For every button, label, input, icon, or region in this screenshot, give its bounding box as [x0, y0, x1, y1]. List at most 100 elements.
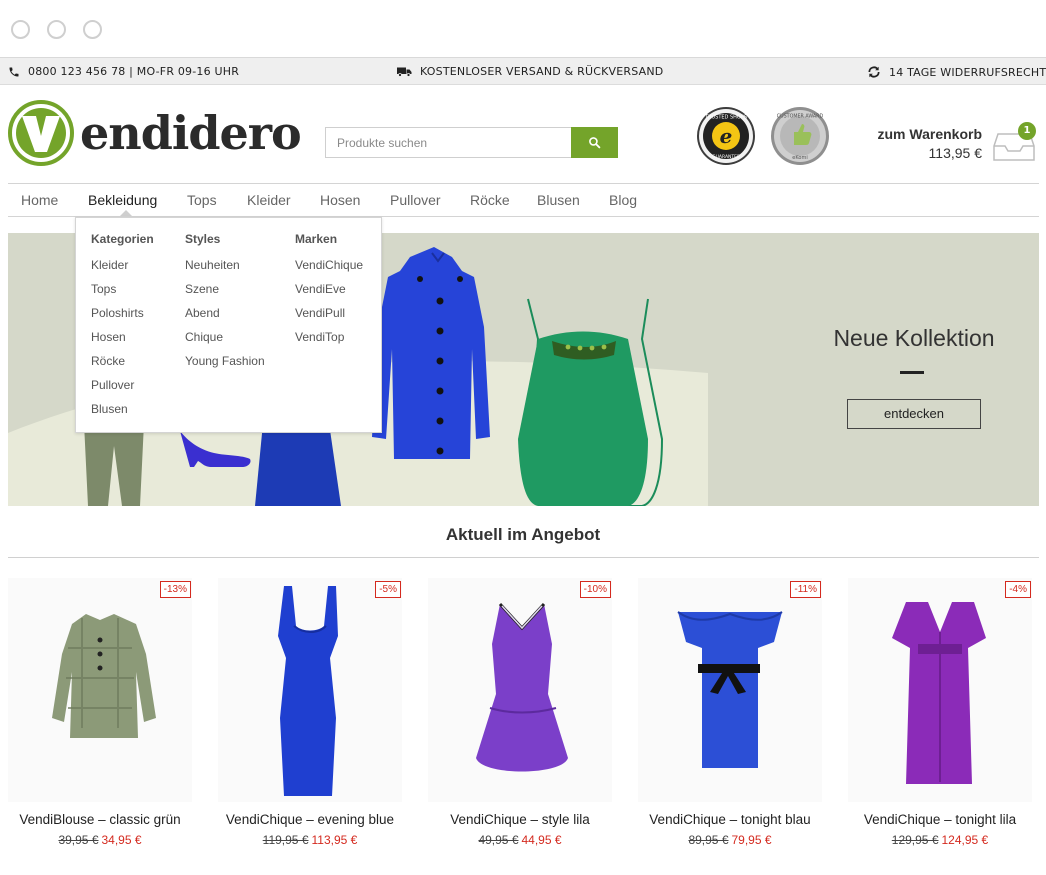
sale-price: 79,95 € [731, 833, 772, 847]
nav-item-bekleidung[interactable]: Bekleidung [88, 192, 157, 208]
returns-info: 14 TAGE WIDERRUFSRECHT [867, 65, 1046, 79]
refresh-icon [868, 66, 880, 78]
offers-heading: Aktuell im Angebot [445, 525, 601, 544]
product-name[interactable]: VendiBlouse – classic grün [8, 812, 192, 827]
svg-text:GUARANTEE: GUARANTEE [712, 154, 740, 160]
bekleidung-mega-menu: Kategorien Kleider Tops Poloshirts Hosen… [75, 217, 382, 433]
search-icon [589, 137, 601, 149]
discount-badge: -4% [1005, 581, 1031, 598]
old-price: 89,95 € [688, 833, 729, 847]
discount-badge: -11% [790, 581, 821, 598]
nav-item-tops[interactable]: Tops [187, 192, 217, 208]
menu-link-pullover[interactable]: Pullover [91, 377, 154, 401]
nav-item-home[interactable]: Home [21, 192, 58, 208]
hotline-text: 0800 123 456 78 | MO-FR 09-16 UHR [28, 65, 240, 78]
menu-column-styles: Styles Neuheiten Szene Abend Chique Youn… [185, 232, 265, 377]
menu-link-szene[interactable]: Szene [185, 281, 265, 305]
menu-column-kategorien: Kategorien Kleider Tops Poloshirts Hosen… [91, 232, 154, 425]
menu-link-vendieve[interactable]: VendiEve [295, 281, 363, 305]
trusted-shops-badge[interactable]: e TRUSTED SHOPS GUARANTEE [696, 106, 756, 166]
menu-link-abend[interactable]: Abend [185, 305, 265, 329]
menu-link-kleider[interactable]: Kleider [91, 257, 154, 281]
search-input[interactable] [326, 128, 571, 157]
old-price: 129,95 € [891, 833, 939, 847]
hero-gown [255, 423, 341, 506]
menu-link-roecke[interactable]: Röcke [91, 353, 154, 377]
menu-heading-styles: Styles [185, 232, 221, 246]
menu-link-poloshirts[interactable]: Poloshirts [91, 305, 154, 329]
product-card[interactable]: -5% VendiChique – evening blue 119,95 €1… [218, 578, 402, 847]
menu-column-marken: Marken VendiChique VendiEve VendiPull Ve… [295, 232, 363, 353]
nav-item-kleider[interactable]: Kleider [247, 192, 291, 208]
menu-link-tops[interactable]: Tops [91, 281, 154, 305]
phone-icon [9, 67, 19, 76]
svg-text:e: e [720, 124, 733, 148]
menu-link-young-fashion[interactable]: Young Fashion [185, 353, 265, 377]
site-logo[interactable]: endidero [8, 100, 302, 166]
main-navigation: Home Bekleidung Tops Kleider Hosen Pullo… [8, 183, 1039, 217]
nav-active-caret [120, 210, 132, 216]
old-price: 119,95 € [262, 833, 309, 847]
returns-text: 14 TAGE WIDERRUFSRECHT [889, 65, 1046, 79]
sale-price: 34,95 € [101, 833, 142, 847]
product-name[interactable]: VendiChique – style lila [428, 812, 612, 827]
product-price: 49,95 €44,95 € [428, 833, 612, 847]
product-price: 89,95 €79,95 € [638, 833, 822, 847]
discount-badge: -13% [159, 581, 191, 598]
customer-award-badge[interactable]: CUSTOMER AWARD eKomi [770, 106, 830, 166]
green-blouse-image [52, 614, 156, 738]
old-price: 39,95 € [58, 833, 99, 847]
menu-heading-kategorien: Kategorien [91, 232, 154, 246]
menu-link-vendichique[interactable]: VendiChique [295, 257, 363, 281]
discount-badge: -10% [579, 581, 611, 598]
menu-link-venditop[interactable]: VendiTop [295, 329, 363, 353]
hero-discover-button[interactable]: entdecken [847, 399, 981, 429]
product-price: 119,95 €113,95 € [218, 833, 402, 847]
logo-wordmark: endidero [80, 106, 302, 160]
svg-text:TRUSTED SHOPS: TRUSTED SHOPS [704, 115, 747, 121]
product-image[interactable]: -5% [218, 578, 402, 802]
blue-dress-image [278, 586, 338, 796]
menu-link-chique[interactable]: Chique [185, 329, 265, 353]
product-card[interactable]: -4% VendiChique – tonight lila 129,95 €1… [848, 578, 1032, 847]
nav-item-hosen[interactable]: Hosen [320, 192, 360, 208]
cart-widget[interactable]: zum Warenkorb 113,95 € 1 [878, 122, 1036, 164]
hotline-info: 0800 123 456 78 | MO-FR 09-16 UHR [8, 65, 239, 78]
nav-item-pullover[interactable]: Pullover [390, 192, 441, 208]
menu-link-hosen[interactable]: Hosen [91, 329, 154, 353]
search-bar [325, 127, 618, 158]
window-maximize-button[interactable] [83, 20, 102, 39]
sale-price: 113,95 € [311, 833, 358, 847]
search-button[interactable] [571, 127, 618, 158]
svg-text:eKomi: eKomi [792, 155, 807, 161]
service-info-bar: 0800 123 456 78 | MO-FR 09-16 UHR KOSTEN… [0, 58, 1046, 85]
product-image[interactable]: -10% [428, 578, 612, 802]
menu-link-vendipull[interactable]: VendiPull [295, 305, 363, 329]
window-close-button[interactable] [11, 20, 30, 39]
product-card[interactable]: -10% VendiChique – style lila 49,95 €44,… [428, 578, 612, 847]
product-image[interactable]: -13% [8, 578, 192, 802]
truck-icon [397, 67, 412, 77]
product-image[interactable]: -11% [638, 578, 822, 802]
product-card[interactable]: -11% VendiChique – tonight blau 89,95 €7… [638, 578, 822, 847]
nav-item-roecke[interactable]: Röcke [470, 192, 510, 208]
product-name[interactable]: VendiChique – evening blue [218, 812, 402, 827]
shipping-text: KOSTENLOSER VERSAND & RÜCKVERSAND [420, 65, 664, 78]
nav-item-blusen[interactable]: Blusen [537, 192, 580, 208]
discount-badge: -5% [375, 581, 401, 598]
offers-divider [8, 557, 1039, 558]
product-image[interactable]: -4% [848, 578, 1032, 802]
product-card[interactable]: -13% VendiBlouse – classic grün 39,95 €3… [8, 578, 192, 847]
product-name[interactable]: VendiChique – tonight lila [848, 812, 1032, 827]
menu-link-neuheiten[interactable]: Neuheiten [185, 257, 265, 281]
window-titlebar [0, 0, 1046, 58]
hero-title: Neue Kollektion [833, 325, 995, 351]
product-name[interactable]: VendiChique – tonight blau [638, 812, 822, 827]
menu-heading-marken: Marken [295, 232, 338, 246]
hero-divider [900, 371, 924, 374]
menu-link-blusen[interactable]: Blusen [91, 401, 154, 425]
window-minimize-button[interactable] [47, 20, 66, 39]
nav-item-blog[interactable]: Blog [609, 192, 637, 208]
cart-count-badge: 1 [1018, 122, 1036, 140]
logo-v-icon [8, 100, 74, 166]
